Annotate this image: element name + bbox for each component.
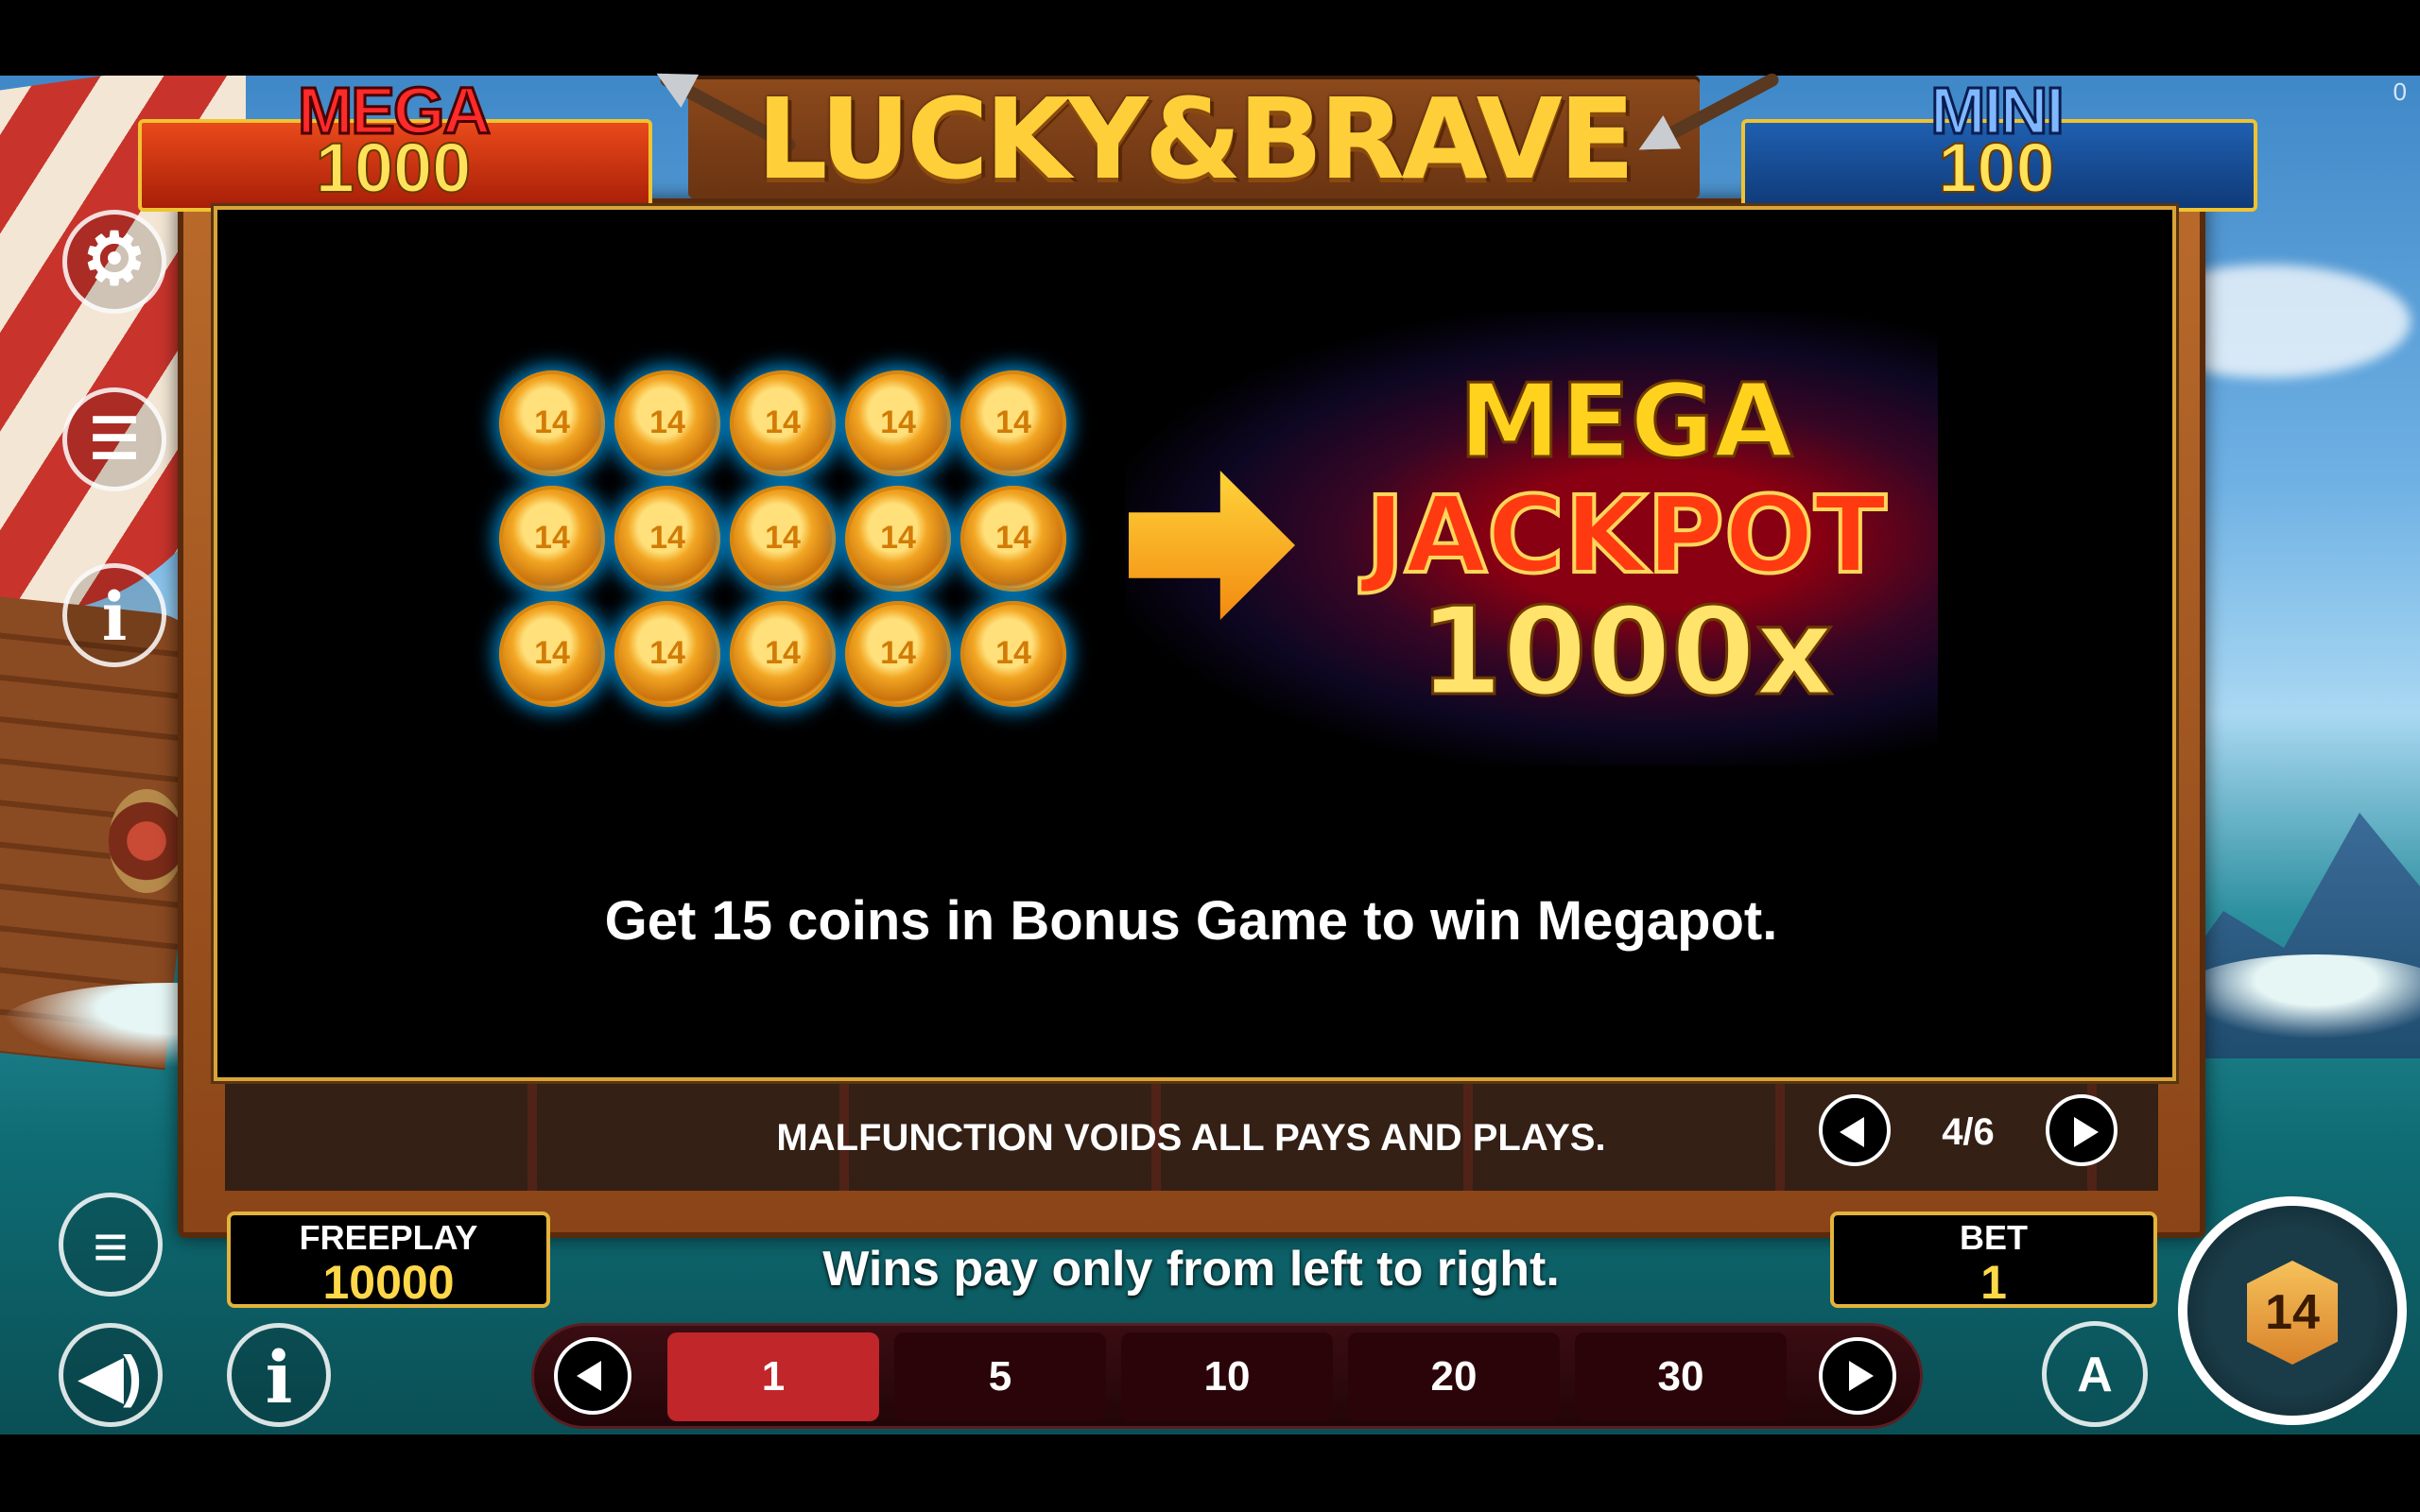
bet-increase-button[interactable] — [1819, 1337, 1896, 1415]
previous-page-button[interactable] — [1819, 1094, 1891, 1166]
shield-decoration — [109, 789, 184, 893]
wins-rule-text: Wins pay only from left to right. — [822, 1242, 1560, 1297]
corner-counter: 0 — [2393, 77, 2407, 106]
speaker-icon: ◀) — [78, 1345, 143, 1408]
settings-button[interactable]: ⚙ — [62, 210, 166, 314]
autoplay-button[interactable]: A — [2042, 1321, 2148, 1427]
spin-button[interactable]: 14 — [2178, 1196, 2407, 1425]
coin-icon — [499, 601, 605, 707]
jackpot-multiplier: 1000x — [1417, 582, 1835, 723]
spin-logo-icon: 14 — [2247, 1261, 2338, 1365]
info-icon: i — [265, 1335, 293, 1419]
coin-icon — [499, 370, 605, 476]
mega-jackpot-value: 1000 — [315, 129, 473, 207]
bet-option-20[interactable]: 20 — [1348, 1332, 1560, 1421]
paytable-info-button[interactable]: i — [227, 1323, 331, 1427]
bet-value: 1 — [1980, 1256, 2007, 1309]
coin-icon — [845, 486, 951, 592]
coin-icon — [845, 601, 951, 707]
freeplay-label: FREEPLAY — [299, 1218, 478, 1257]
coin-icon — [960, 486, 1066, 592]
bet-label: BET — [1960, 1218, 2028, 1257]
jackpot-title-line-1: MEGA — [1458, 363, 1794, 481]
bet-option-10[interactable]: 10 — [1121, 1332, 1333, 1421]
next-page-button[interactable] — [2046, 1094, 2118, 1166]
jackpot-title-line-2: JACKPOT — [1363, 474, 1888, 597]
coin-icon — [730, 601, 836, 707]
freeplay-balance: FREEPLAY 10000 — [227, 1211, 550, 1308]
coin-icon — [614, 601, 720, 707]
bet-option-1[interactable]: 1 — [667, 1332, 879, 1421]
coin-stack-button[interactable]: ☰ — [62, 387, 166, 491]
autoplay-icon: A — [2077, 1348, 2113, 1402]
info-button[interactable]: i — [62, 563, 166, 667]
game-title: LUCKY&BRAVE — [756, 74, 1634, 204]
malfunction-notice: MALFUNCTION VOIDS ALL PAYS AND PLAYS. — [776, 1117, 1606, 1159]
bet-option-30[interactable]: 30 — [1575, 1332, 1787, 1421]
coin-icon — [730, 486, 836, 592]
coin-icon — [960, 601, 1066, 707]
freeplay-value: 10000 — [322, 1256, 455, 1309]
bet-option-5[interactable]: 5 — [894, 1332, 1106, 1421]
page-indicator: 4/6 — [1942, 1111, 1995, 1153]
coin-icon — [730, 370, 836, 476]
menu-button[interactable]: ≡ — [59, 1193, 163, 1297]
coin-icon — [499, 486, 605, 592]
coin-grid — [499, 370, 1085, 720]
coin-icon — [845, 370, 951, 476]
gear-icon: ⚙ — [81, 219, 147, 300]
info-icon: i — [101, 577, 128, 656]
bet-display: BET 1 — [1830, 1211, 2157, 1308]
bet-decrease-button[interactable] — [554, 1337, 631, 1415]
mini-jackpot-value: 100 — [1937, 129, 2055, 207]
menu-icon: ≡ — [93, 1212, 129, 1280]
coin-stack-icon: ☰ — [89, 407, 140, 471]
coin-icon — [614, 486, 720, 592]
coin-icon — [614, 370, 720, 476]
coin-icon — [960, 370, 1066, 476]
help-description: Get 15 coins in Bonus Game to win Megapo… — [604, 890, 1778, 952]
sound-button[interactable]: ◀) — [59, 1323, 163, 1427]
